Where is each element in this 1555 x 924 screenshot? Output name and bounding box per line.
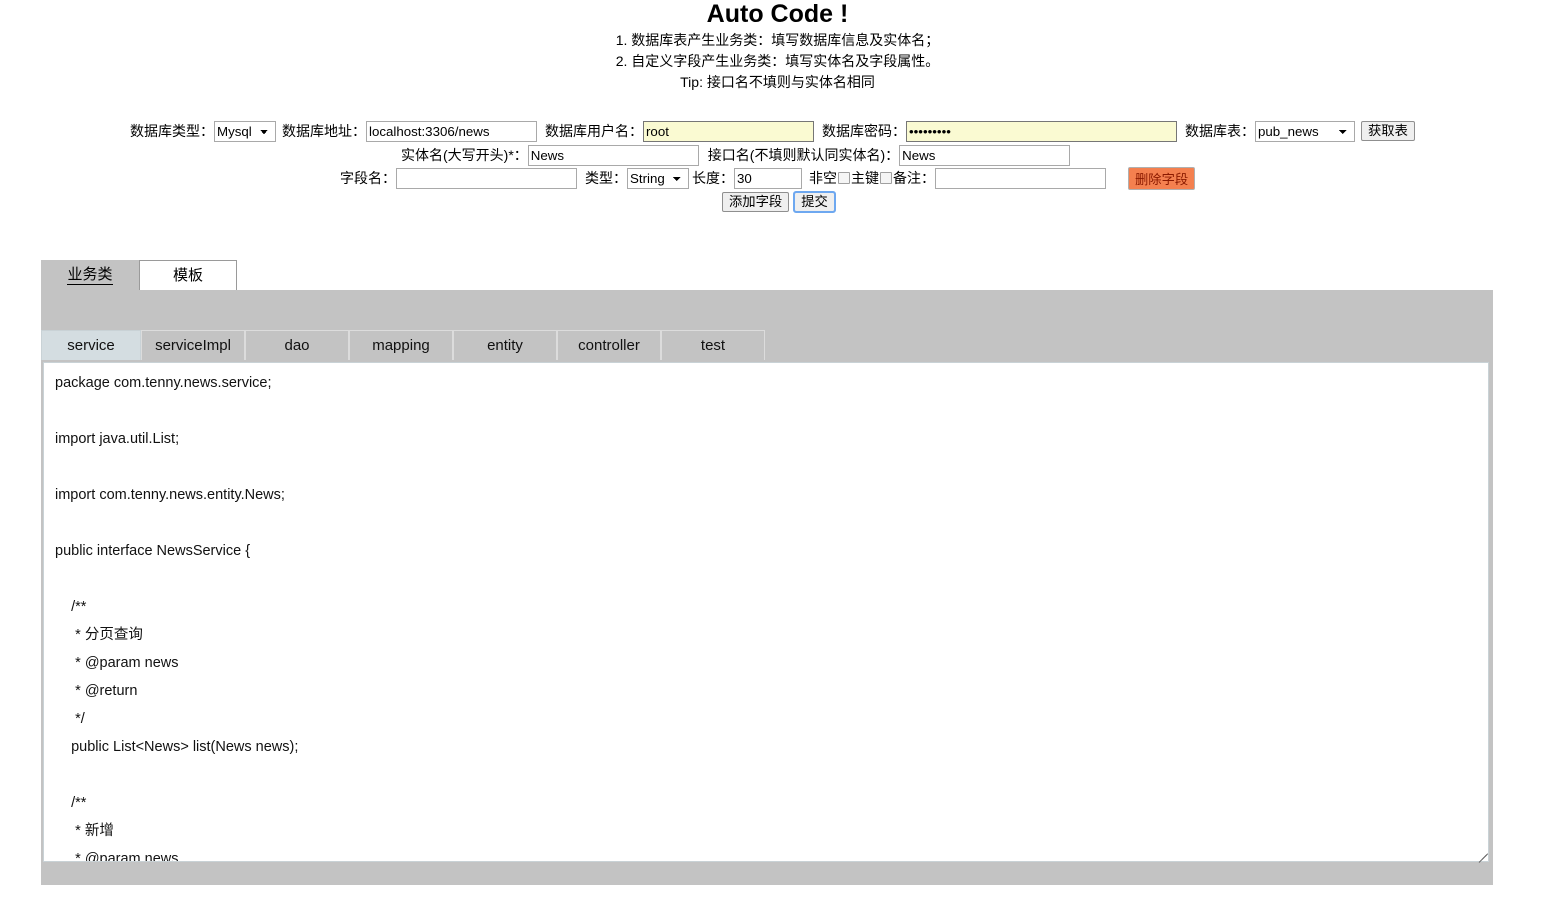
- field-type-select[interactable]: String: [627, 167, 689, 189]
- tab-entity-label: entity: [487, 337, 523, 354]
- tab-test-label: test: [700, 337, 726, 354]
- config-form: 数据库类型： Mysql 数据库地址： 数据库用户名： 数据库密码： 数据库表：…: [0, 119, 1555, 214]
- submit-button[interactable]: 提交: [793, 191, 836, 213]
- code-output-textarea[interactable]: package com.tenny.news.service; import j…: [43, 362, 1489, 862]
- db-username-input[interactable]: [643, 120, 814, 142]
- db-address-label: 数据库地址：: [282, 123, 366, 139]
- tab-entity[interactable]: entity: [453, 330, 557, 360]
- tab-controller[interactable]: controller: [557, 330, 661, 360]
- tab-controller-label: controller: [578, 337, 640, 354]
- db-address-input[interactable]: [366, 120, 537, 142]
- tab-test[interactable]: test: [661, 330, 765, 360]
- inner-tab-bar: service serviceImpl dao mapping entity c…: [41, 330, 765, 360]
- page-header: Auto Code ! 1. 数据库表产生业务类：填写数据库信息及实体名； 2.…: [0, 0, 1555, 93]
- db-table-label: 数据库表：: [1185, 123, 1255, 139]
- tab-service-label: service: [67, 337, 115, 354]
- hint-line-1: 1. 数据库表产生业务类：填写数据库信息及实体名；: [615, 32, 940, 48]
- form-row-field: 字段名： 类型： String 长度： 非空 主键 备注： 删除字段: [0, 166, 1555, 190]
- code-output-wrapper: package com.tenny.news.service; import j…: [41, 360, 1493, 867]
- not-null-label: 非空: [809, 170, 837, 186]
- db-type-label: 数据库类型：: [130, 123, 214, 139]
- interface-name-label: 接口名(不填则默认同实体名)：: [707, 147, 900, 163]
- primary-key-label: 主键: [851, 170, 879, 186]
- field-length-input[interactable]: [734, 167, 802, 189]
- panel-footer: [41, 867, 1493, 885]
- tab-serviceimpl[interactable]: serviceImpl: [141, 330, 245, 360]
- remark-input[interactable]: [935, 167, 1106, 189]
- fetch-table-button[interactable]: 获取表: [1361, 121, 1415, 141]
- primary-key-checkbox[interactable]: [880, 172, 892, 184]
- db-password-input[interactable]: [906, 120, 1177, 142]
- delete-field-button[interactable]: 删除字段: [1128, 166, 1196, 190]
- hint-line-3: Tip: 接口名不填则与实体名相同: [680, 74, 875, 90]
- add-field-button[interactable]: 添加字段: [722, 192, 790, 212]
- field-type-label: 类型：: [585, 170, 627, 186]
- tab-service[interactable]: service: [41, 330, 141, 360]
- business-class-panel: service serviceImpl dao mapping entity c…: [41, 290, 1493, 885]
- tab-mapping[interactable]: mapping: [349, 330, 453, 360]
- tab-serviceimpl-label: serviceImpl: [155, 337, 231, 354]
- db-table-select[interactable]: pub_news: [1255, 120, 1355, 142]
- form-row-actions: 添加字段 提交: [0, 190, 1555, 214]
- remark-label: 备注：: [893, 170, 935, 186]
- db-password-label: 数据库密码：: [822, 123, 906, 139]
- db-type-select[interactable]: Mysql: [214, 120, 276, 142]
- field-name-input[interactable]: [396, 167, 577, 189]
- tab-business-class-label: 业务类: [67, 266, 113, 285]
- tab-template-label: 模板: [172, 267, 203, 284]
- hint-line-2: 2. 自定义字段产生业务类：填写实体名及字段属性。: [615, 53, 940, 69]
- page-title: Auto Code !: [706, 0, 849, 28]
- tab-dao-label: dao: [284, 337, 310, 354]
- not-null-checkbox[interactable]: [838, 172, 850, 184]
- db-user-label: 数据库用户名：: [545, 123, 643, 139]
- field-length-label: 长度：: [692, 170, 734, 186]
- interface-name-input[interactable]: [899, 144, 1071, 166]
- tab-business-class[interactable]: 业务类: [41, 260, 139, 290]
- tab-template[interactable]: 模板: [139, 260, 237, 290]
- form-row-connection: 数据库类型： Mysql 数据库地址： 数据库用户名： 数据库密码： 数据库表：…: [0, 119, 1555, 143]
- form-row-entity: 实体名(大写开头)*： 接口名(不填则默认同实体名)：: [0, 144, 1555, 166]
- tab-dao[interactable]: dao: [245, 330, 349, 360]
- entity-name-label: 实体名(大写开头)*：: [401, 147, 528, 163]
- entity-name-input[interactable]: [527, 144, 699, 166]
- tab-mapping-label: mapping: [372, 337, 430, 354]
- outer-tab-bar: 业务类 模板: [41, 260, 237, 290]
- field-name-label: 字段名：: [340, 170, 396, 186]
